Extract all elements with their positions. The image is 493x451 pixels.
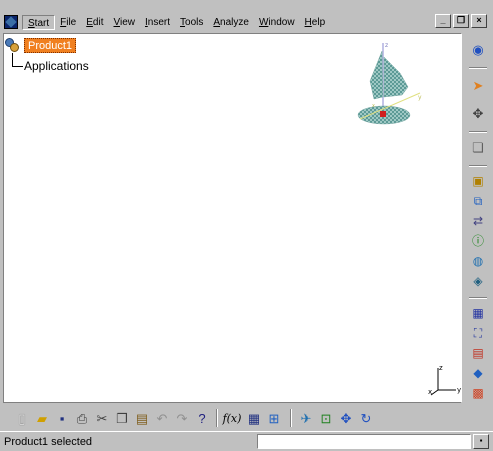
product-icon xyxy=(4,37,20,53)
tree-root-product[interactable]: Product1 xyxy=(4,37,77,53)
tree-connector-horizontal xyxy=(12,66,23,67)
film-icon[interactable]: ▦ xyxy=(468,303,488,323)
window-controls: _ ❐ × xyxy=(435,14,487,28)
windows-icon[interactable]: ⧉ xyxy=(468,191,488,211)
undo-icon[interactable]: ↶ xyxy=(152,408,172,428)
restore-button[interactable]: ❐ xyxy=(453,14,469,28)
info-icon[interactable]: ⓘ xyxy=(468,231,488,251)
track-icon[interactable]: ◆ xyxy=(468,363,488,383)
rotate-icon[interactable]: ↻ xyxy=(356,408,376,428)
open-folder-icon[interactable]: ▰ xyxy=(32,408,52,428)
sequence-icon[interactable]: ▩ xyxy=(468,383,488,403)
whats-this-icon[interactable]: ? xyxy=(192,408,212,428)
fit-all-icon[interactable]: ⊡ xyxy=(316,408,336,428)
menu-view[interactable]: View xyxy=(108,15,140,30)
cut-icon[interactable]: ✂ xyxy=(92,408,112,428)
formula-icon[interactable]: f(x) xyxy=(222,408,242,428)
svg-text:x: x xyxy=(372,103,375,109)
redo-icon[interactable]: ↷ xyxy=(172,408,192,428)
swap-visible-icon[interactable]: ⇄ xyxy=(468,211,488,231)
command-input[interactable] xyxy=(257,434,471,449)
catia-logo-icon[interactable]: ◉ xyxy=(468,39,488,59)
menu-bar: Start File Edit View Insert Tools Analyz… xyxy=(0,0,493,31)
menu-help[interactable]: Help xyxy=(300,15,331,30)
menu-tools[interactable]: Tools xyxy=(175,15,208,30)
catia-app-icon[interactable] xyxy=(4,15,18,29)
menu-items: Start File Edit View Insert Tools Analyz… xyxy=(22,14,330,31)
menu-window[interactable]: Window xyxy=(254,15,300,30)
status-bar: Product1 selected ▪ xyxy=(0,431,493,451)
svg-text:z: z xyxy=(385,42,388,49)
copy-icon[interactable]: ❐ xyxy=(112,408,132,428)
table-icon[interactable]: ▦ xyxy=(244,408,264,428)
save-icon[interactable]: ▪ xyxy=(52,408,72,428)
toolbar-separator xyxy=(469,67,487,69)
menu-analyze[interactable]: Analyze xyxy=(208,15,254,30)
catalog-icon[interactable]: ❏ xyxy=(468,137,488,157)
axis-y-label: y xyxy=(457,386,461,394)
paste-icon[interactable]: ▤ xyxy=(132,408,152,428)
toolbar-separator xyxy=(216,409,218,427)
toolbar-separator xyxy=(469,297,487,299)
close-button[interactable]: × xyxy=(471,14,487,28)
print-icon[interactable]: ⎙ xyxy=(72,408,92,428)
tree-connector-vertical xyxy=(12,53,13,67)
snapshot-icon[interactable]: ▣ xyxy=(468,171,488,191)
simulation-icon[interactable]: ▤ xyxy=(468,343,488,363)
svg-text:y: y xyxy=(418,94,422,101)
tree-icon[interactable]: ⊞ xyxy=(264,408,284,428)
tree-root-label[interactable]: Product1 xyxy=(24,37,77,53)
compass-icon[interactable]: z y x xyxy=(352,35,438,135)
menu-edit[interactable]: Edit xyxy=(81,15,108,30)
toolbar-separator xyxy=(469,131,487,133)
globe-icon[interactable]: ◍ xyxy=(468,251,488,271)
select-arrow-icon[interactable]: ➤ xyxy=(468,75,488,95)
toolbar-separator xyxy=(290,409,292,427)
menu-start[interactable]: Start xyxy=(22,15,56,30)
menu-insert[interactable]: Insert xyxy=(140,15,175,30)
axis-z-label: z xyxy=(439,364,443,372)
command-button[interactable]: ▪ xyxy=(473,434,489,449)
menu-file[interactable]: File xyxy=(55,15,81,30)
scene-icon[interactable]: ⛶ xyxy=(468,323,488,343)
fly-mode-icon[interactable]: ✥ xyxy=(468,103,488,123)
toolbar-separator xyxy=(469,165,487,167)
new-file-icon[interactable]: ▯ xyxy=(12,408,32,428)
tree-item-applications[interactable]: Applications xyxy=(24,59,89,74)
minimize-button[interactable]: _ xyxy=(435,14,451,28)
shading-icon[interactable]: ◈ xyxy=(468,271,488,291)
bottom-toolbar: ▯ ▰ ▪ ⎙ ✂ ❐ ▤ ↶ ↷ ? f(x) ▦ ⊞ ✈ ⊡ ✥ ↻ xyxy=(0,405,493,431)
status-text: Product1 selected xyxy=(4,436,93,448)
axis-triad-icon: z y x xyxy=(428,364,461,396)
axis-x-label: x xyxy=(428,388,432,396)
right-toolbar: ◉ ➤ ✥ ❏ ▣ ⧉ ⇄ ⓘ ◍ ◈ ▦ ⛶ ▤ ◆ ▩ xyxy=(464,33,493,403)
pan-icon[interactable]: ✥ xyxy=(336,408,356,428)
fly-icon[interactable]: ✈ xyxy=(296,408,316,428)
